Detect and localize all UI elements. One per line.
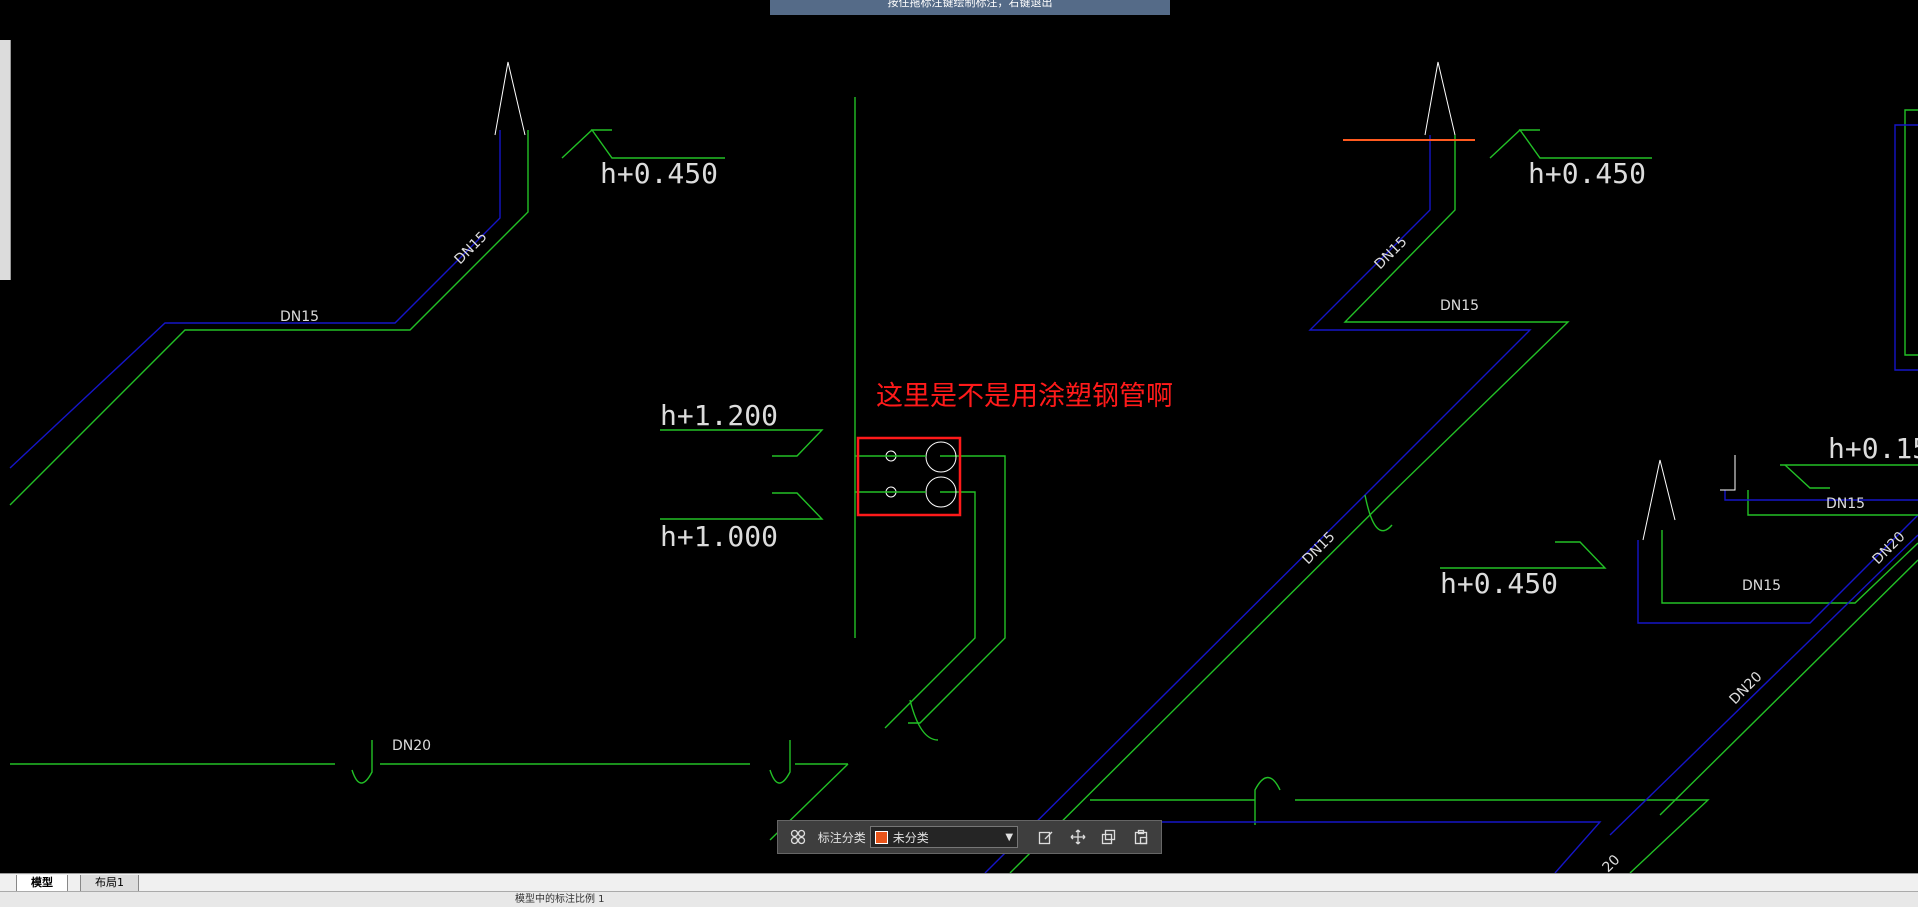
pipe-label-10: DN20: [1870, 529, 1909, 568]
tab-model-label: 模型: [31, 876, 53, 889]
pipe-blue-edge: [1894, 124, 1918, 371]
elev-mark-3: [660, 429, 824, 457]
layout-tab-bar: 模型 布局1: [0, 873, 1918, 892]
pipe-label-2: DN15: [452, 229, 491, 268]
pipe-blue-right4: [1724, 490, 1918, 501]
valve-mid2: [1720, 455, 1736, 491]
pipe-green-right: [1009, 135, 1570, 873]
elev-mark-1: [561, 129, 725, 159]
category-color-swatch: [874, 830, 888, 844]
pipe-label-11: 20: [1600, 852, 1624, 873]
pipe-label-1: DN15: [280, 309, 319, 325]
pipe-green-bottom-b: [1295, 799, 1710, 873]
pipe-blue-right: [984, 135, 1532, 873]
category-select-value: 未分类: [892, 830, 929, 845]
pipe-green-fixture: [908, 455, 1006, 724]
status-annotation-scale: 模型中的标注比例 1: [515, 894, 605, 905]
paste-icon[interactable]: [1130, 826, 1152, 848]
u-trap-2: [769, 740, 791, 784]
elevation-text-2: h+0.450: [1528, 157, 1646, 190]
elevation-text-6: h+0.15: [1828, 432, 1918, 465]
elevation-text-1: h+0.450: [600, 157, 718, 190]
command-hint-bar: 按住拖标注键绘制标注，右键退出: [770, 0, 1170, 15]
elevation-text-3: h+1.200: [660, 399, 778, 432]
pipe-green-right3: [1659, 559, 1918, 816]
pipe-green-edge: [1904, 109, 1918, 356]
annotation-toolbar: 标注分类 未分类 ▼: [777, 820, 1162, 854]
layout-grid-icon[interactable]: [787, 826, 809, 848]
command-hint-text: 按住拖标注键绘制标注，右键退出: [887, 0, 1053, 9]
pipe-label-4: DN15: [1440, 298, 1479, 314]
elev-mark-2: [1489, 129, 1652, 159]
pipe-blue-left: [9, 130, 501, 469]
fixture-circle-1: [925, 441, 957, 473]
pipe-green-fixture-b: [884, 491, 976, 729]
tab-layout1-label: 布局1: [95, 876, 124, 889]
elev-mark-5: [1440, 541, 1607, 569]
elev-mark-6b: [1784, 464, 1830, 489]
annotation-note[interactable]: 这里是不是用涂塑钢管啊: [876, 381, 1173, 412]
drawing-canvas[interactable]: h+0.450 h+0.450 h+1.200 h+1.000 h+0.450 …: [0, 0, 1918, 873]
valve-left: [494, 61, 526, 136]
pipe-blue-right2: [1637, 514, 1918, 624]
elev-mark-4: [660, 492, 824, 520]
copy-icon[interactable]: [1099, 826, 1121, 848]
valve-right: [1424, 61, 1456, 136]
category-select[interactable]: 未分类 ▼: [869, 826, 1019, 848]
tab-layout1[interactable]: 布局1: [80, 875, 139, 892]
u-trap-1: [351, 740, 373, 784]
annotation-box[interactable]: [856, 436, 962, 517]
u-trap-3: [909, 699, 939, 741]
pipe-label-7: DN15: [1826, 496, 1865, 512]
chevron-down-icon: ▼: [1005, 831, 1014, 843]
pipe-green-left: [9, 130, 529, 506]
u-trap-5: [1254, 776, 1281, 825]
elevation-text-4: h+1.000: [660, 520, 778, 553]
left-tool-strip[interactable]: [0, 40, 11, 280]
elevation-text-5: h+0.450: [1440, 567, 1558, 600]
pipe-label-5: DN15: [1300, 529, 1339, 568]
pipe-label-6: DN15: [1742, 578, 1781, 594]
tab-model[interactable]: 模型: [16, 875, 68, 892]
edit-icon[interactable]: [1035, 826, 1057, 848]
valve-mid: [1642, 459, 1676, 541]
u-trap-4: [1364, 494, 1393, 532]
cad-drawing[interactable]: h+0.450 h+0.450 h+1.200 h+1.000 h+0.450 …: [0, 0, 1918, 873]
pipe-label-3: DN15: [1372, 234, 1411, 273]
category-label: 标注分类: [817, 830, 866, 845]
move-icon[interactable]: [1067, 826, 1089, 848]
pipe-label-8: DN20: [392, 738, 431, 754]
status-bar: 模型中的标注比例 1: [0, 891, 1918, 907]
